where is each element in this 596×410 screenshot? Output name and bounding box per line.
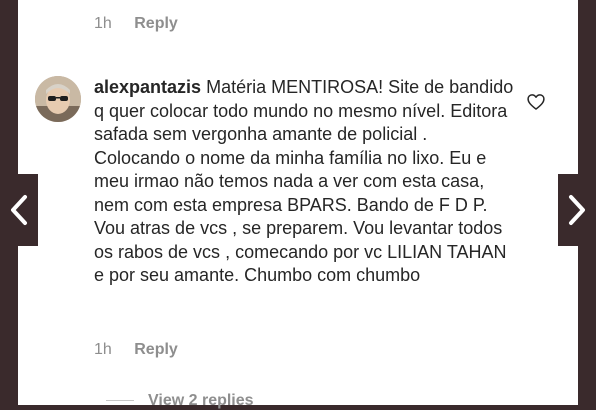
comment-text: Matéria MENTIROSA! Site de bandido q que… (94, 77, 514, 285)
comment-body: alexpantazis Matéria MENTIROSA! Site de … (94, 76, 514, 288)
comment-meta: 1h Reply (94, 341, 178, 359)
chevron-left-icon (11, 195, 27, 225)
chevron-right-icon (569, 195, 585, 225)
previous-post-button[interactable] (0, 174, 38, 246)
comment-username[interactable]: alexpantazis (94, 77, 201, 97)
reply-button[interactable]: Reply (134, 15, 178, 33)
previous-comment-meta: 1h Reply (94, 15, 178, 33)
view-replies-label: View 2 replies (148, 392, 254, 409)
view-replies-divider (106, 400, 134, 402)
avatar-image (35, 76, 81, 122)
next-post-button[interactable] (558, 174, 596, 246)
reply-button[interactable]: Reply (134, 341, 178, 359)
comment-time: 1h (94, 15, 112, 32)
comments-panel: 1h Reply alexpantazis Matéria MENTIROSA!… (18, 0, 578, 409)
heart-icon[interactable] (526, 92, 546, 112)
comment-time: 1h (94, 341, 112, 358)
avatar[interactable] (35, 76, 81, 122)
view-replies-button[interactable]: View 2 replies (106, 392, 254, 410)
